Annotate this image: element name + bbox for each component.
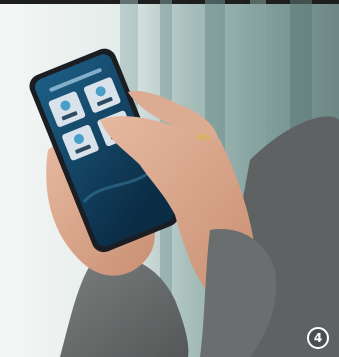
photo-scene (0, 0, 339, 357)
photo-frame: 4 (0, 0, 339, 357)
ring (195, 134, 211, 140)
step-number-badge: 4 (307, 327, 329, 349)
